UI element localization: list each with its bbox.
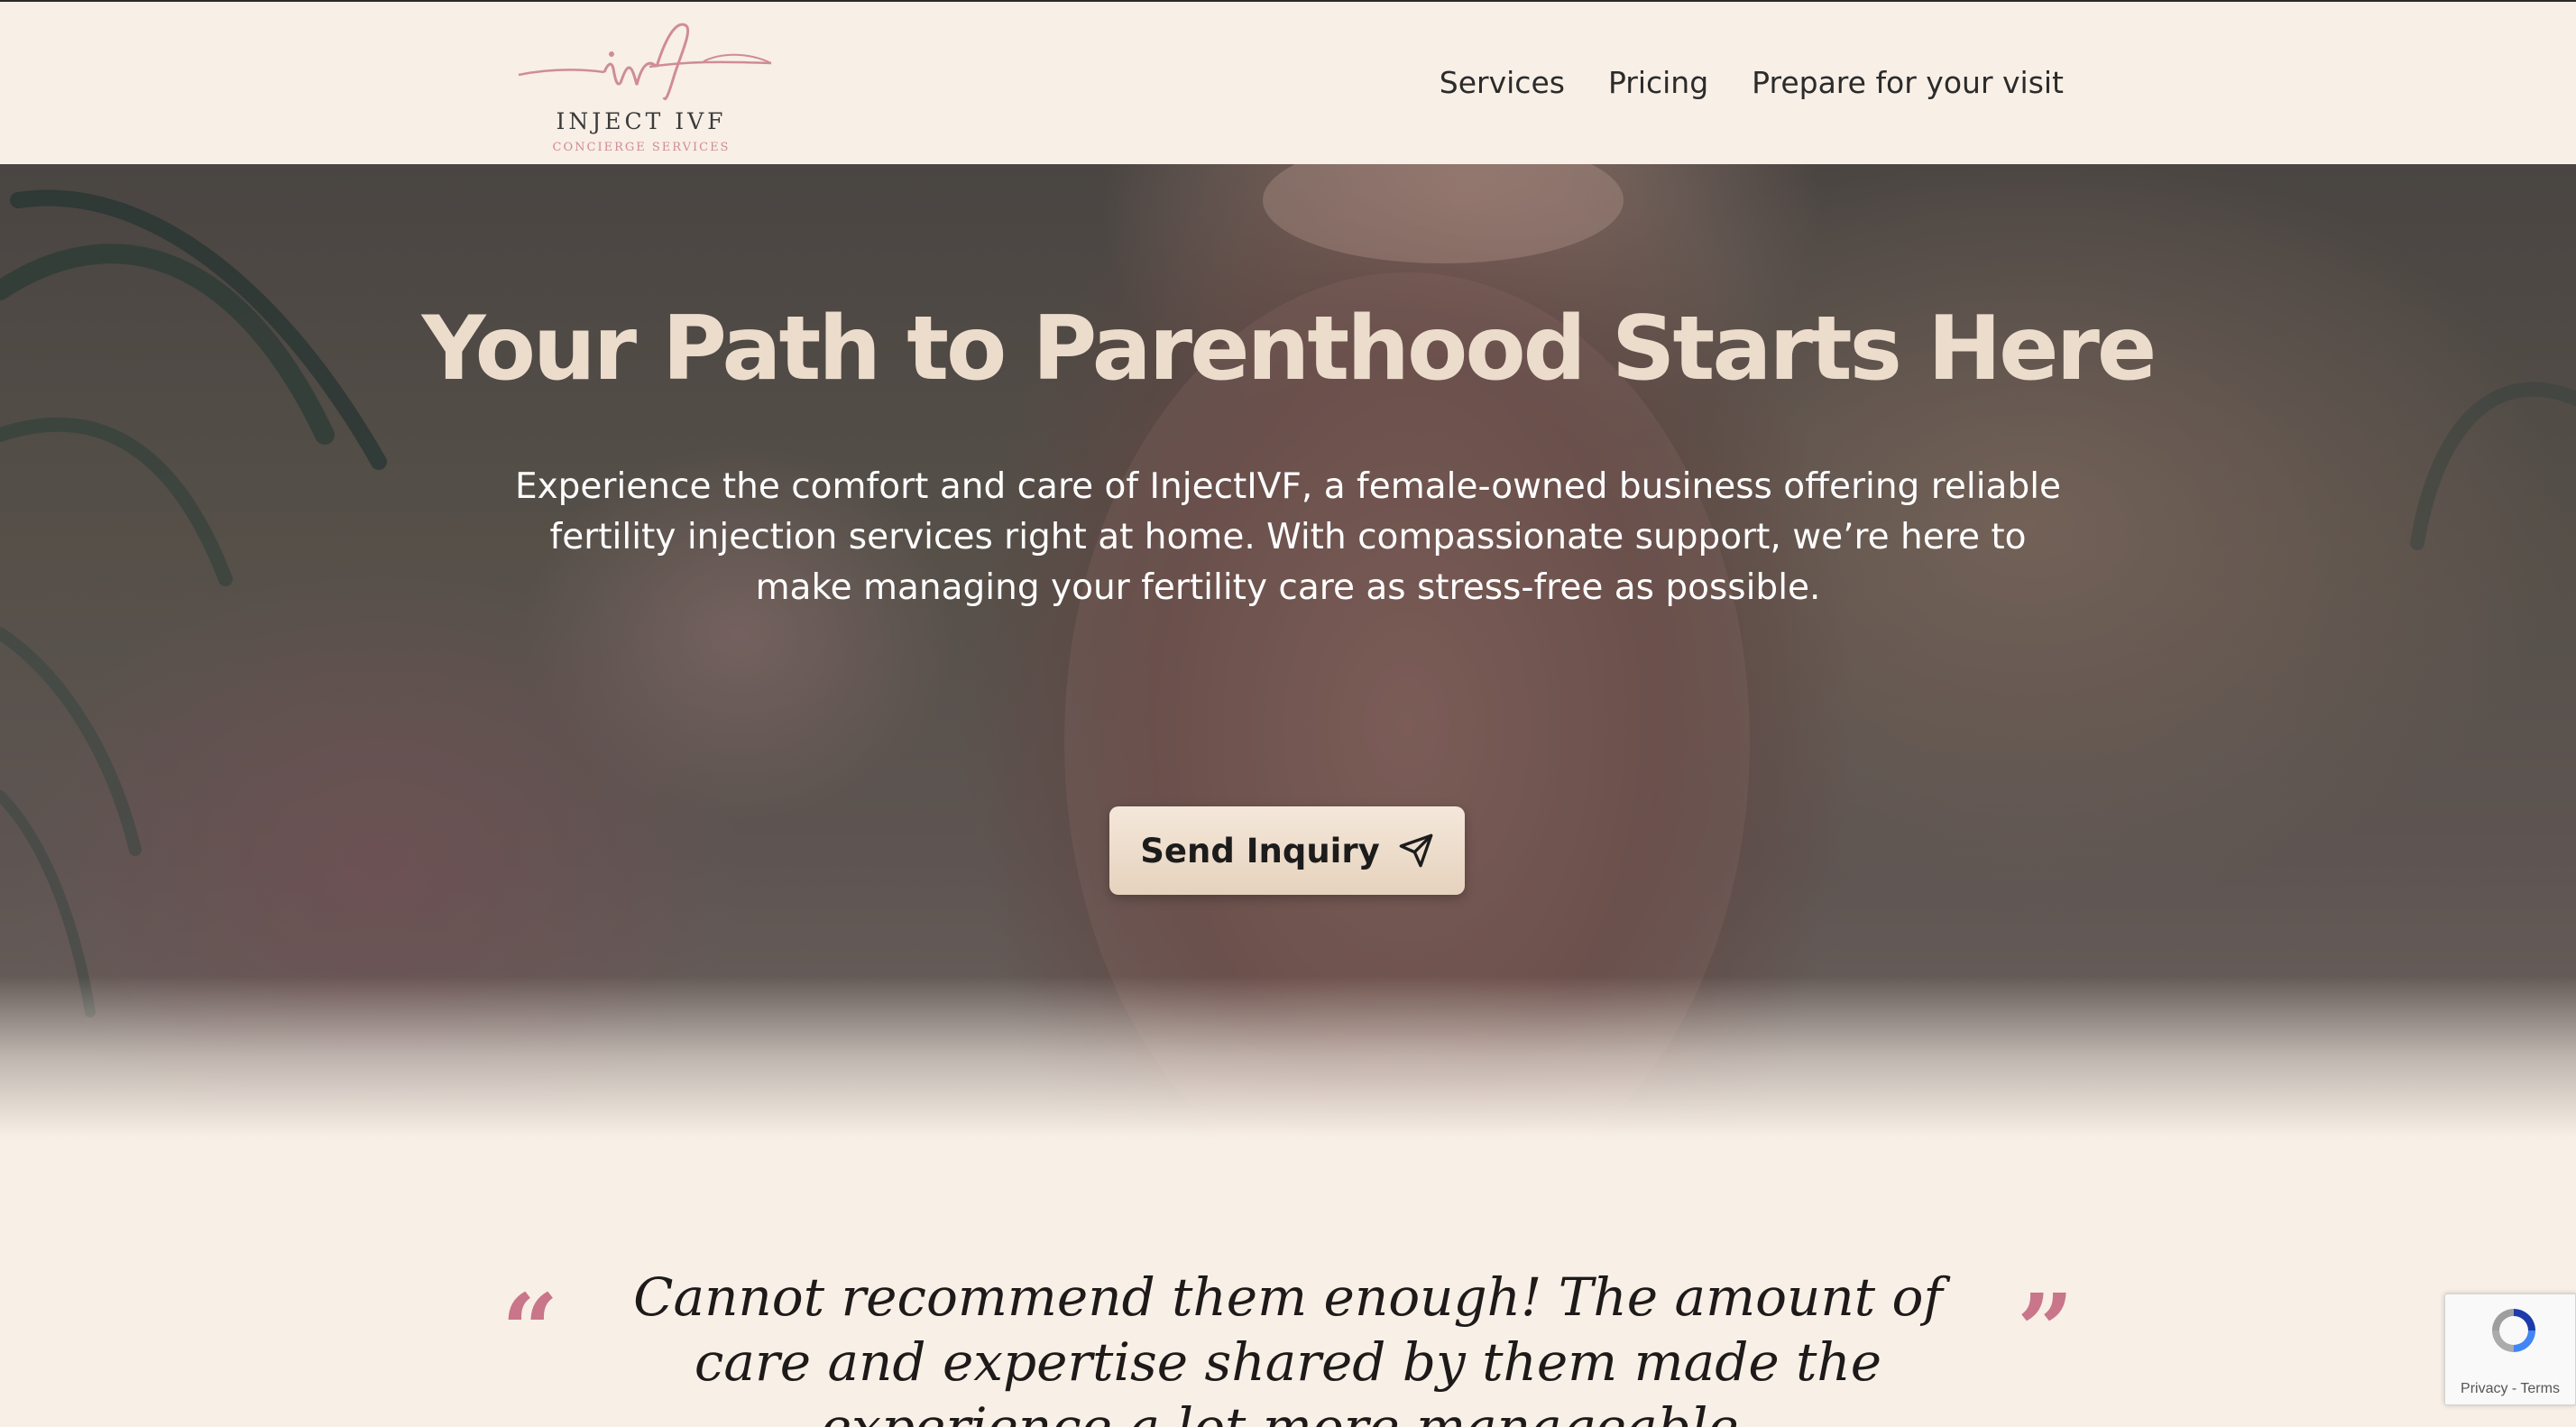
logo-tagline: CONCIERGE SERVICES [552, 141, 731, 154]
hero-description: Experience the comfort and care of Injec… [514, 466, 2062, 608]
recaptcha-privacy-link[interactable]: Privacy [2461, 1381, 2507, 1396]
site-header: INJECT IVF CONCIERGE SERVICES Services P… [0, 0, 2576, 164]
send-inquiry-button[interactable]: Send Inquiry [1109, 806, 1465, 895]
nav-link-pricing[interactable]: Pricing [1608, 65, 1708, 100]
testimonial-quote: Cannot recommend them enough! The amount… [633, 1266, 1943, 1427]
page: INJECT IVF CONCIERGE SERVICES Services P… [0, 0, 2576, 1427]
send-inquiry-label: Send Inquiry [1140, 831, 1380, 870]
recaptcha-terms-link[interactable]: Terms [2520, 1381, 2560, 1396]
hero-section: Your Path to Parenthood Starts Here Expe… [0, 164, 2576, 1156]
nav-link-services[interactable]: Services [1440, 65, 1565, 100]
open-quote-icon: “ [501, 1272, 559, 1388]
recaptcha-badge[interactable]: Privacy - Terms [2444, 1294, 2576, 1405]
ivf-script-logo-icon [518, 23, 772, 100]
recaptcha-links: Privacy - Terms [2445, 1381, 2575, 1397]
recaptcha-icon [2492, 1309, 2535, 1352]
paper-plane-icon [1399, 833, 1433, 868]
close-quote-icon: ” [2017, 1272, 2075, 1388]
main-nav: Services Pricing Prepare for your visit [1440, 65, 2064, 100]
hero-title: Your Path to Parenthood Starts Here [421, 298, 2157, 400]
nav-link-prepare-visit[interactable]: Prepare for your visit [1752, 65, 2064, 100]
recaptcha-separator: - [2507, 1381, 2521, 1396]
site-logo[interactable]: INJECT IVF CONCIERGE SERVICES [514, 16, 776, 161]
logo-name: INJECT IVF [556, 108, 727, 134]
hero-fade [0, 976, 2576, 1156]
